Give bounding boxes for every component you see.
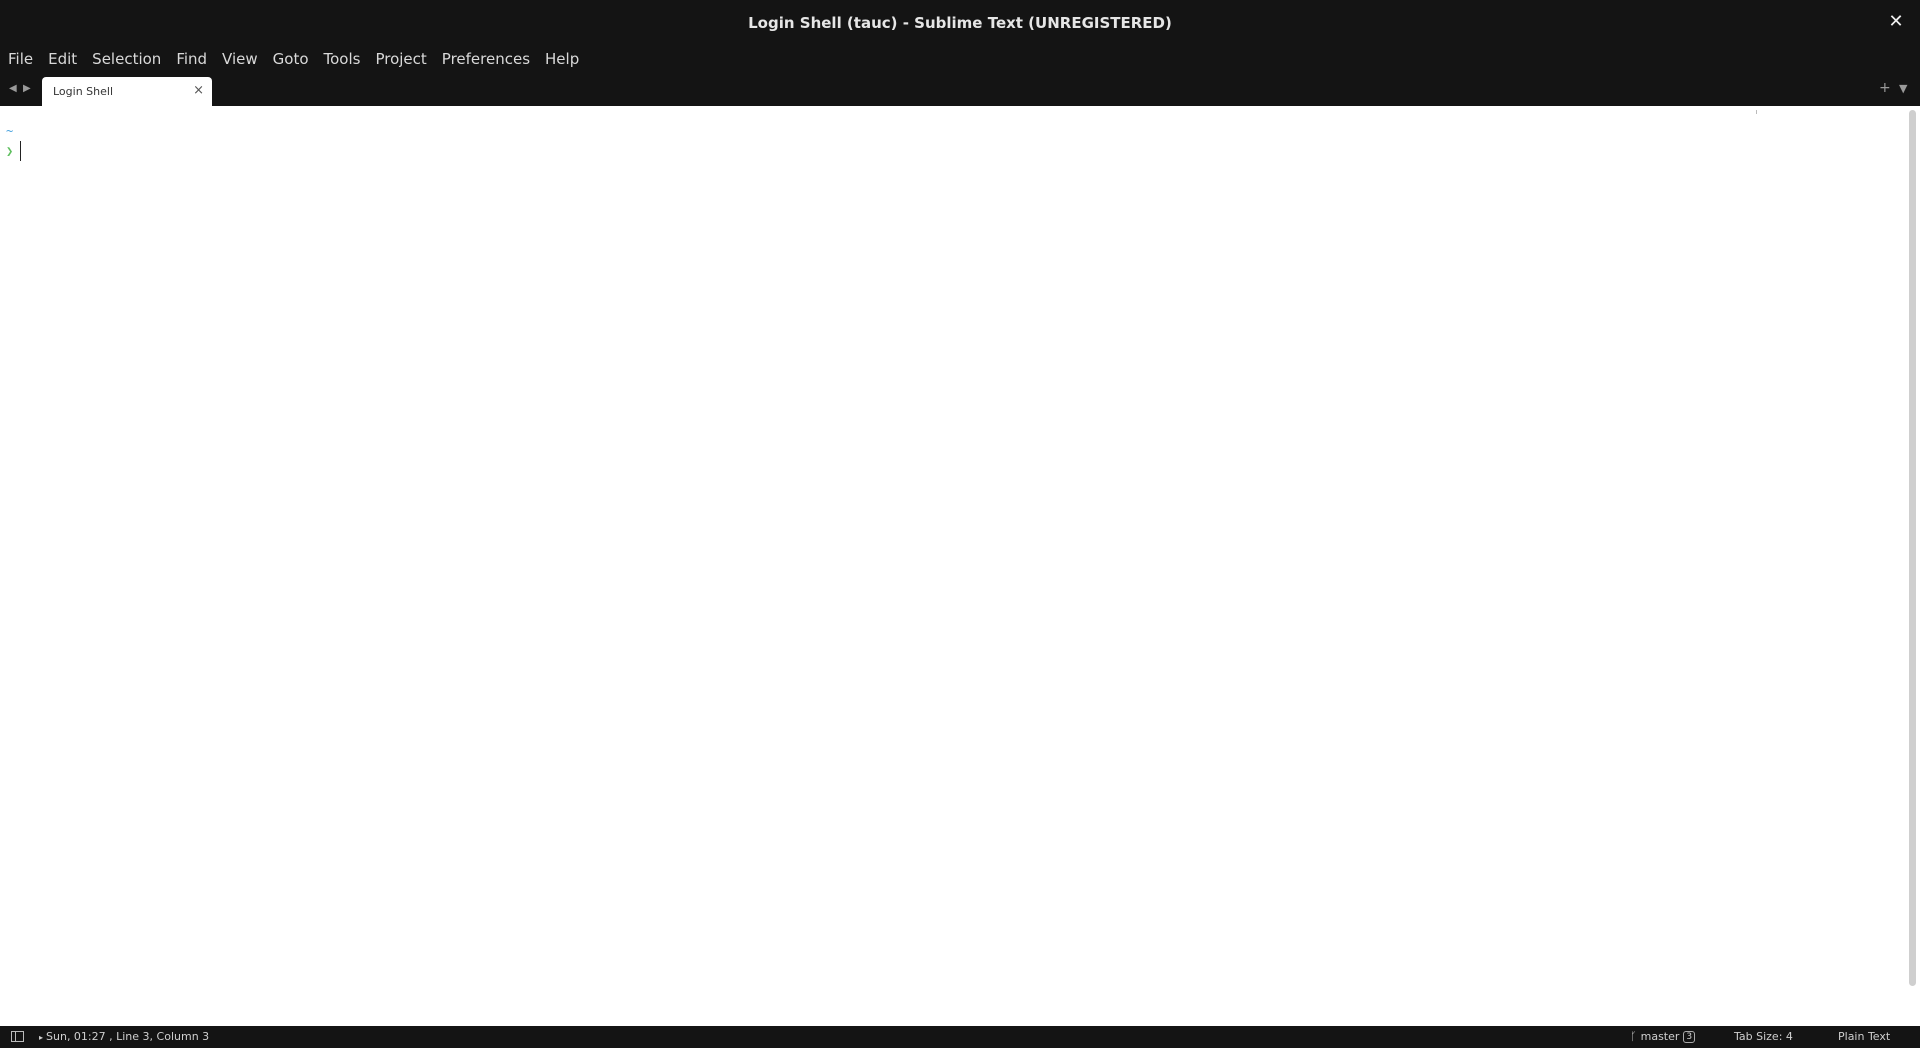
tab-size-selector[interactable]: Tab Size: 4 <box>1734 1030 1793 1043</box>
git-changes-badge: 3 <box>1683 1030 1696 1043</box>
prompt-directory: ~ <box>6 124 14 138</box>
menu-preferences[interactable]: Preferences <box>437 50 535 68</box>
menu-project[interactable]: Project <box>370 50 431 68</box>
new-tab-icon[interactable]: + <box>1879 80 1891 96</box>
git-branch-name: master <box>1640 1030 1680 1043</box>
menu-view[interactable]: View <box>217 50 263 68</box>
menu-goto[interactable]: Goto <box>268 50 314 68</box>
editor-area[interactable]: ~ ❯ <box>0 106 1920 1026</box>
menu-bar: File Edit Selection Find View Goto Tools… <box>0 45 1920 73</box>
tab-next-icon[interactable]: ▶ <box>23 83 35 95</box>
window-title: Login Shell (tauc) - Sublime Text (UNREG… <box>748 13 1172 32</box>
window-titlebar: Login Shell (tauc) - Sublime Text (UNREG… <box>0 0 1920 45</box>
status-text: Sun, 01:27 , Line 3, Column 3 <box>46 1030 210 1043</box>
minimap[interactable] <box>1756 110 1757 114</box>
status-arrow-icon: ▸ <box>39 1033 44 1042</box>
menu-find[interactable]: Find <box>171 50 212 68</box>
menu-help[interactable]: Help <box>540 50 584 68</box>
tab-bar: ◀ ▶ Login Shell × + ▼ <box>0 73 1920 106</box>
prompt-arrow: ❯ <box>6 144 14 158</box>
menu-edit[interactable]: Edit <box>43 50 82 68</box>
git-branch[interactable]: ᚴ master 3 <box>1630 1030 1696 1043</box>
panel-toggle-icon[interactable] <box>11 1031 24 1042</box>
tab-login-shell[interactable]: Login Shell × <box>42 77 212 106</box>
close-icon[interactable]: ✕ <box>1886 11 1906 32</box>
tab-prev-icon[interactable]: ◀ <box>9 83 21 95</box>
text-cursor <box>20 141 21 161</box>
tab-label: Login Shell <box>53 85 114 98</box>
menu-tools[interactable]: Tools <box>319 50 366 68</box>
git-branch-icon: ᚴ <box>1630 1030 1637 1043</box>
status-position: ▸ Sun, 01:27 , Line 3, Column 3 <box>39 1030 209 1043</box>
menu-file[interactable]: File <box>3 50 38 68</box>
menu-selection[interactable]: Selection <box>87 50 166 68</box>
syntax-selector[interactable]: Plain Text <box>1838 1030 1890 1043</box>
vertical-scrollbar[interactable] <box>1909 110 1916 986</box>
tab-list-icon[interactable]: ▼ <box>1899 82 1907 95</box>
tab-close-icon[interactable]: × <box>193 83 204 98</box>
status-bar: ▸ Sun, 01:27 , Line 3, Column 3 ᚴ master … <box>0 1026 1920 1048</box>
